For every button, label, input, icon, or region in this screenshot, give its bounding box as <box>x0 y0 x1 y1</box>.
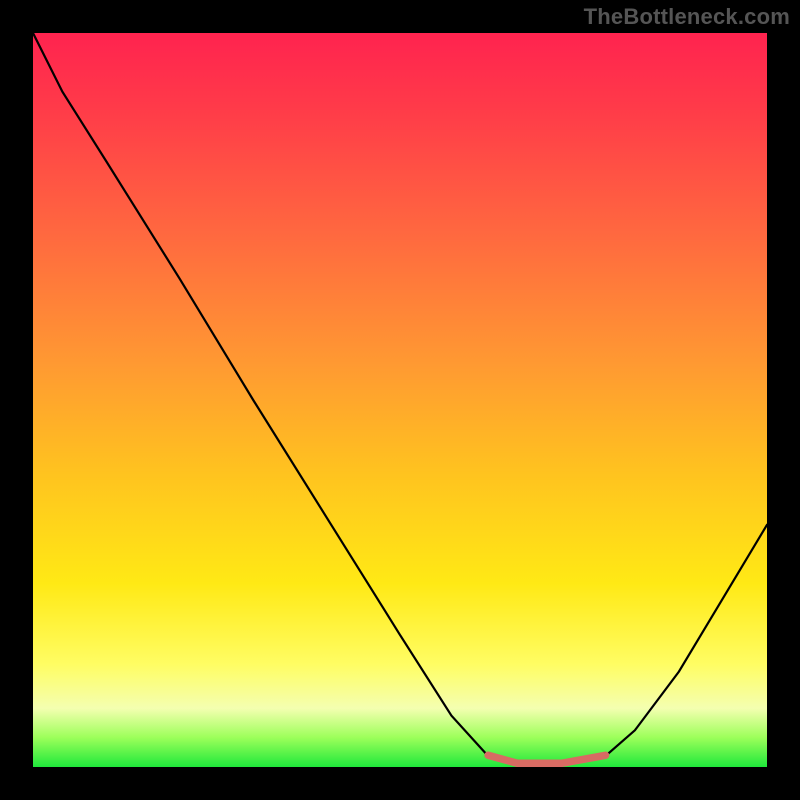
chart-svg <box>33 33 767 767</box>
flat-region-marker-path <box>488 755 605 763</box>
chart-container: TheBottleneck.com <box>0 0 800 800</box>
bottleneck-curve-path <box>33 33 767 765</box>
watermark-text: TheBottleneck.com <box>584 4 790 30</box>
plot-area <box>33 33 767 767</box>
